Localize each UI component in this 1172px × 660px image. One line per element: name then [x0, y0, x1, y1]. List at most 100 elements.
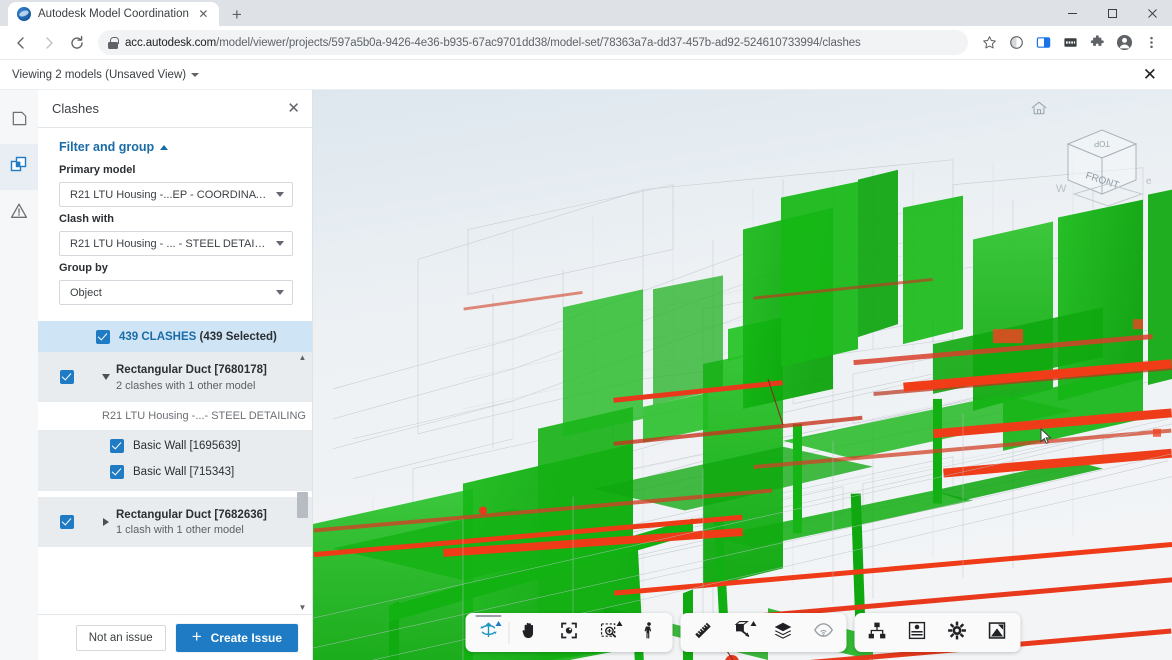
tab-strip: Autodesk Model Coordination ✕ +: [0, 0, 1172, 26]
arrow-right-icon[interactable]: [36, 30, 62, 56]
browser-tab[interactable]: Autodesk Model Coordination ✕: [8, 2, 219, 26]
not-an-issue-button[interactable]: Not an issue: [76, 625, 166, 651]
clash-with-select[interactable]: R21 LTU Housing - ... - STEEL DETAILING: [59, 231, 293, 256]
plus-icon[interactable]: +: [224, 2, 250, 26]
sidebar-item-issues[interactable]: [0, 190, 38, 236]
group-children: Basic Wall [1695639] Basic Wall [715343]: [38, 430, 312, 491]
pan-tool[interactable]: [509, 613, 549, 652]
arrow-left-icon[interactable]: [8, 30, 34, 56]
child-name: Basic Wall [1695639]: [133, 440, 241, 452]
scroll-up-icon[interactable]: ▲: [299, 352, 307, 364]
fit-to-view-tool[interactable]: [549, 613, 589, 652]
sidepanel-icon[interactable]: [1030, 30, 1056, 56]
properties-tool[interactable]: [897, 613, 937, 652]
filter-and-group-toggle[interactable]: Filter and group: [38, 128, 312, 158]
section-tool[interactable]: [723, 613, 763, 652]
view-cube[interactable]: TOP FRONT W e: [1050, 118, 1154, 210]
star-icon[interactable]: [976, 30, 1002, 56]
sidebar-item-clash-detection[interactable]: [0, 144, 38, 190]
primary-model-select[interactable]: R21 LTU Housing -...EP - COORDINATION: [59, 182, 293, 207]
chevron-right-icon[interactable]: [96, 518, 116, 526]
primary-model-label: Primary model: [59, 164, 293, 176]
fit-view-icon: [559, 620, 580, 646]
group-subtitle: 1 clash with 1 other model: [116, 523, 288, 538]
left-icon-rail: [0, 90, 38, 660]
primary-model-field: Primary model R21 LTU Housing -...EP - C…: [38, 158, 312, 207]
list-item[interactable]: Rectangular Duct [7682636] 1 clash with …: [38, 497, 312, 547]
group-by-value: Object: [70, 287, 270, 299]
window-close-icon[interactable]: [1132, 0, 1172, 26]
child-checkbox[interactable]: [110, 465, 124, 479]
kebab-menu-icon[interactable]: [1138, 30, 1164, 56]
filter-and-group-label: Filter and group: [59, 140, 154, 154]
model-structure-tool[interactable]: [857, 613, 897, 652]
orbit-submenu-indicator-icon[interactable]: [495, 621, 501, 626]
model-layers-tool[interactable]: [763, 613, 803, 652]
home-icon[interactable]: [1030, 100, 1048, 116]
group-by-select[interactable]: Object: [59, 280, 293, 305]
first-person-tool[interactable]: [629, 613, 669, 652]
chevron-down-icon[interactable]: [96, 374, 116, 380]
navigation-tools-group: [465, 613, 672, 652]
clash-list[interactable]: Rectangular Duct [7680178] 2 clashes wit…: [38, 352, 312, 614]
screenshot-tool[interactable]: [977, 613, 1017, 652]
list-item[interactable]: Basic Wall [715343]: [38, 459, 312, 485]
close-icon[interactable]: ✕: [287, 101, 300, 116]
moon-icon[interactable]: [1003, 30, 1029, 56]
browser-action-icons: [976, 30, 1164, 56]
hand-icon: [519, 620, 540, 646]
chevron-down-icon: [276, 192, 284, 197]
ruler-icon: [693, 620, 714, 646]
primary-model-value: R21 LTU Housing -...EP - COORDINATION: [70, 189, 270, 201]
zoom-window-tool[interactable]: [589, 613, 629, 652]
select-all-checkbox[interactable]: [96, 330, 110, 344]
group-checkbox[interactable]: [60, 515, 74, 529]
navcube-compass-e-label: e: [1146, 176, 1152, 187]
viewing-models-label[interactable]: Viewing 2 models (Unsaved View): [12, 69, 186, 81]
viewer-toolbar: [465, 613, 1020, 652]
markup-tools-group: [680, 613, 846, 652]
model-viewport-3d[interactable]: TOP FRONT W e: [313, 90, 1172, 660]
autodesk-globe-icon: [17, 7, 31, 21]
properties-panel-icon: [907, 620, 928, 646]
orbit-tool[interactable]: [468, 613, 508, 652]
list-item[interactable]: Rectangular Duct [7680178] 2 clashes wit…: [38, 352, 312, 402]
maximize-icon[interactable]: [1092, 0, 1132, 26]
gear-icon: [947, 620, 968, 646]
scroll-down-icon[interactable]: ▼: [299, 602, 307, 614]
scrollbar-thumb[interactable]: [297, 492, 308, 518]
overlapping-squares-icon: [9, 155, 29, 180]
list-item[interactable]: Basic Wall [1695639]: [38, 433, 312, 459]
close-icon[interactable]: ✕: [196, 7, 211, 22]
app-view-header: Viewing 2 models (Unsaved View) ✕: [0, 60, 1172, 90]
group-checkbox[interactable]: [60, 370, 74, 384]
extensions-puzzle-icon[interactable]: [1084, 30, 1110, 56]
clash-with-field: Clash with R21 LTU Housing - ... - STEEL…: [38, 207, 312, 256]
group-name: Rectangular Duct [7682636]: [116, 509, 267, 521]
clash-with-label: Clash with: [59, 213, 293, 225]
plus-icon: +: [192, 628, 202, 645]
chevron-down-icon[interactable]: [191, 73, 199, 77]
child-checkbox[interactable]: [110, 439, 124, 453]
minimize-icon[interactable]: [1052, 0, 1092, 26]
sidebar-item-model-browser[interactable]: [0, 98, 38, 144]
clash-list-scrollbar[interactable]: ▲ ▼: [297, 352, 308, 614]
visibility-tool[interactable]: [803, 613, 843, 652]
clash-count-text: 439 CLASHES (439 Selected): [119, 331, 277, 343]
zoom-submenu-indicator-icon[interactable]: [616, 621, 622, 626]
settings-tool[interactable]: [937, 613, 977, 652]
section-submenu-indicator-icon[interactable]: [750, 621, 756, 626]
measure-tool[interactable]: [683, 613, 723, 652]
panel-title: Clashes: [52, 101, 287, 116]
chevron-up-icon: [160, 145, 168, 150]
group-subtitle: 2 clashes with 1 other model: [116, 379, 288, 394]
create-issue-button[interactable]: + Create Issue: [176, 624, 298, 652]
clash-count-header[interactable]: 439 CLASHES (439 Selected): [38, 321, 312, 352]
close-icon[interactable]: ✕: [1140, 66, 1160, 83]
reload-icon[interactable]: [64, 30, 90, 56]
mouse-cursor-icon: [1040, 428, 1052, 445]
profile-avatar-icon[interactable]: [1111, 30, 1137, 56]
scrollbar-track[interactable]: [297, 364, 308, 602]
address-bar[interactable]: acc.autodesk.com/model/viewer/projects/5…: [98, 30, 968, 55]
media-icon[interactable]: [1057, 30, 1083, 56]
